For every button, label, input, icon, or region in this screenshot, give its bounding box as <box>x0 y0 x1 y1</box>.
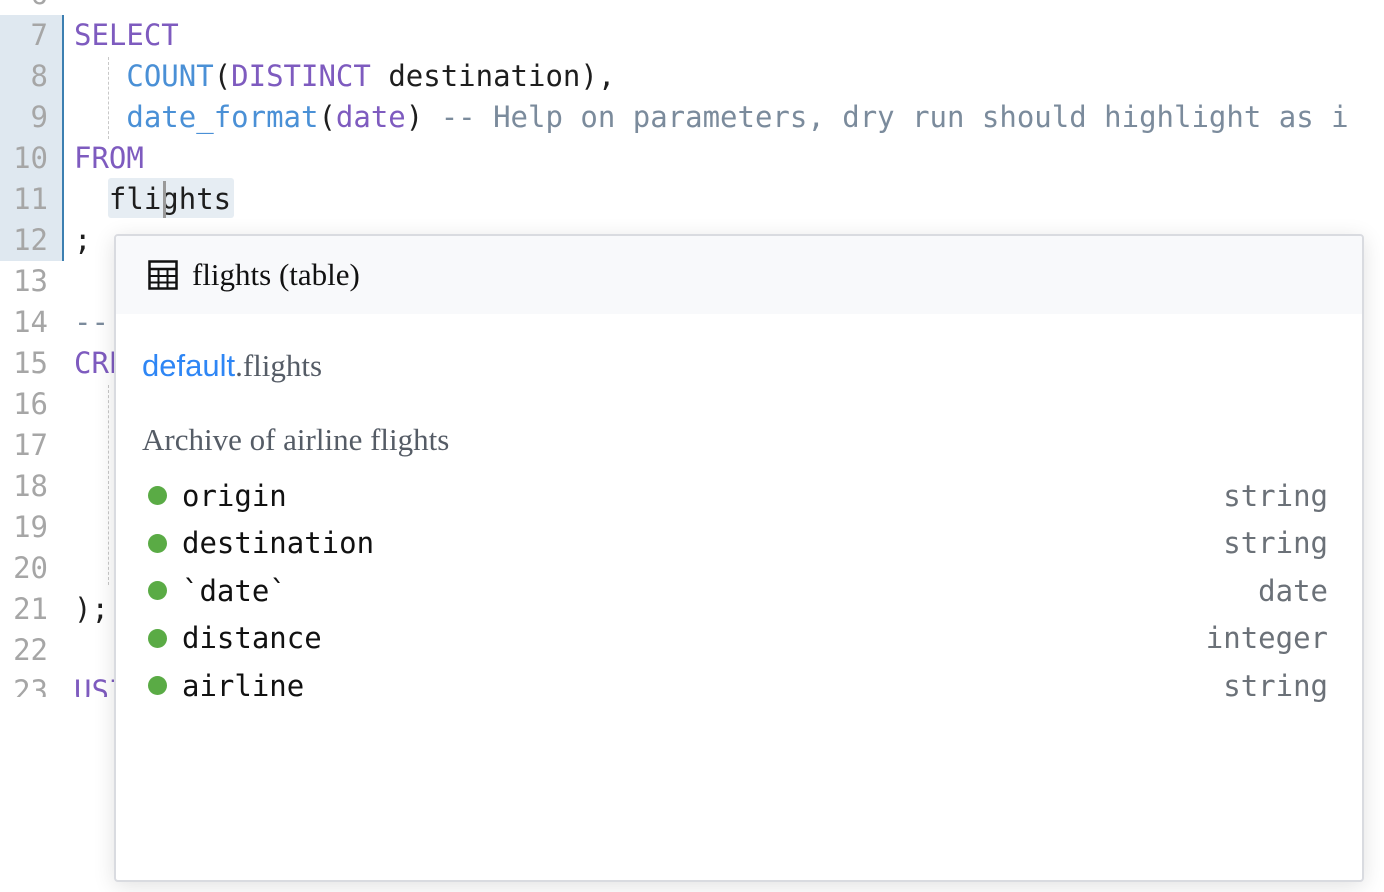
code-token: flights <box>74 182 232 216</box>
table-info-popup: flights (table) default.flights Archive … <box>114 234 1364 882</box>
column-dot-icon <box>148 676 167 696</box>
column-dot-icon <box>148 628 167 648</box>
code-token: FROM <box>74 141 144 175</box>
table-name: .flights <box>235 348 323 383</box>
code-token: ; <box>74 223 92 257</box>
code-text: date_format(date) -- Help on parameters,… <box>74 97 1349 138</box>
column-type: string <box>1223 478 1328 513</box>
line-number: 18 <box>13 469 48 503</box>
line-number: 21 <box>13 592 48 626</box>
line-number: 10 <box>13 141 48 175</box>
table-grid-icon <box>148 260 178 290</box>
code-text: FROM <box>74 138 144 179</box>
column-name: distance <box>182 621 322 656</box>
line-number: 12 <box>13 223 48 257</box>
code-token: SELECT <box>74 18 179 52</box>
code-text: ; <box>74 220 91 261</box>
line-number: 17 <box>13 428 48 462</box>
code-line[interactable]: 10 FROM <box>0 138 1384 179</box>
code-text: -- <box>74 302 109 343</box>
table-description: Archive of airline flights <box>142 422 450 457</box>
database-link[interactable]: default <box>142 348 235 383</box>
line-number: 16 <box>13 387 48 421</box>
line-number: 14 <box>13 305 48 339</box>
code-token: date_format <box>126 100 319 134</box>
code-token: ( <box>213 59 232 93</box>
column-name: airline <box>182 668 305 703</box>
qualified-name: default.flights <box>142 348 322 384</box>
code-text: flights <box>74 179 231 220</box>
code-token: ( <box>318 100 336 134</box>
column-type: string <box>1223 668 1328 703</box>
popup-header: flights (table) <box>116 236 1362 314</box>
column-dot-icon <box>148 486 167 506</box>
column-type: integer <box>1205 621 1328 656</box>
column-list: origin string destination string `date` date d… <box>148 472 1328 710</box>
text-cursor <box>163 181 166 218</box>
line-number: 6 <box>0 0 48 15</box>
line-number: 15 <box>13 346 48 380</box>
code-token: destination), <box>370 59 616 93</box>
line-number: 11 <box>13 182 48 216</box>
column-name: `date` <box>182 573 287 608</box>
column-item[interactable]: destination string <box>148 520 1328 568</box>
line-number: 22 <box>13 633 48 667</box>
code-token: COUNT <box>126 59 214 93</box>
line-number: 23 <box>13 674 48 697</box>
code-line[interactable]: 8 COUNT(DISTINCT destination), <box>0 56 1384 97</box>
column-name: origin <box>182 478 287 513</box>
code-token: date <box>335 100 406 134</box>
column-type: date <box>1258 573 1328 608</box>
column-item[interactable]: origin string <box>148 472 1328 520</box>
column-item[interactable]: `date` date <box>148 567 1328 615</box>
column-item[interactable]: distance integer <box>148 615 1328 663</box>
code-token: DISTINCT <box>231 59 371 93</box>
code-text: ); <box>74 589 109 630</box>
column-name: destination <box>182 526 375 561</box>
code-token: ); <box>74 592 109 626</box>
code-line[interactable]: 7 SELECT <box>0 15 1384 56</box>
code-line[interactable]: 11 flights <box>0 179 1384 220</box>
line-number: 7 <box>30 18 48 52</box>
column-item[interactable]: airline string <box>148 662 1328 710</box>
code-line[interactable]: 9 date_format(date) -- Help on parameter… <box>0 97 1384 138</box>
code-line[interactable]: 6 <box>0 0 1384 15</box>
column-dot-icon <box>148 581 167 601</box>
line-number: 13 <box>13 264 48 298</box>
code-text: SELECT <box>74 15 179 56</box>
code-token: ) <box>405 100 441 134</box>
column-type: string <box>1223 526 1328 561</box>
line-number: 8 <box>30 59 48 93</box>
code-text: COUNT(DISTINCT destination), <box>74 56 615 97</box>
popup-title: flights (table) <box>192 257 360 292</box>
line-number: 20 <box>13 551 48 585</box>
column-dot-icon <box>148 533 167 553</box>
code-token: -- <box>74 305 109 339</box>
code-token: -- Help on parameters, dry run should hi… <box>440 100 1349 134</box>
line-number: 19 <box>13 510 48 544</box>
line-number: 9 <box>30 100 48 134</box>
